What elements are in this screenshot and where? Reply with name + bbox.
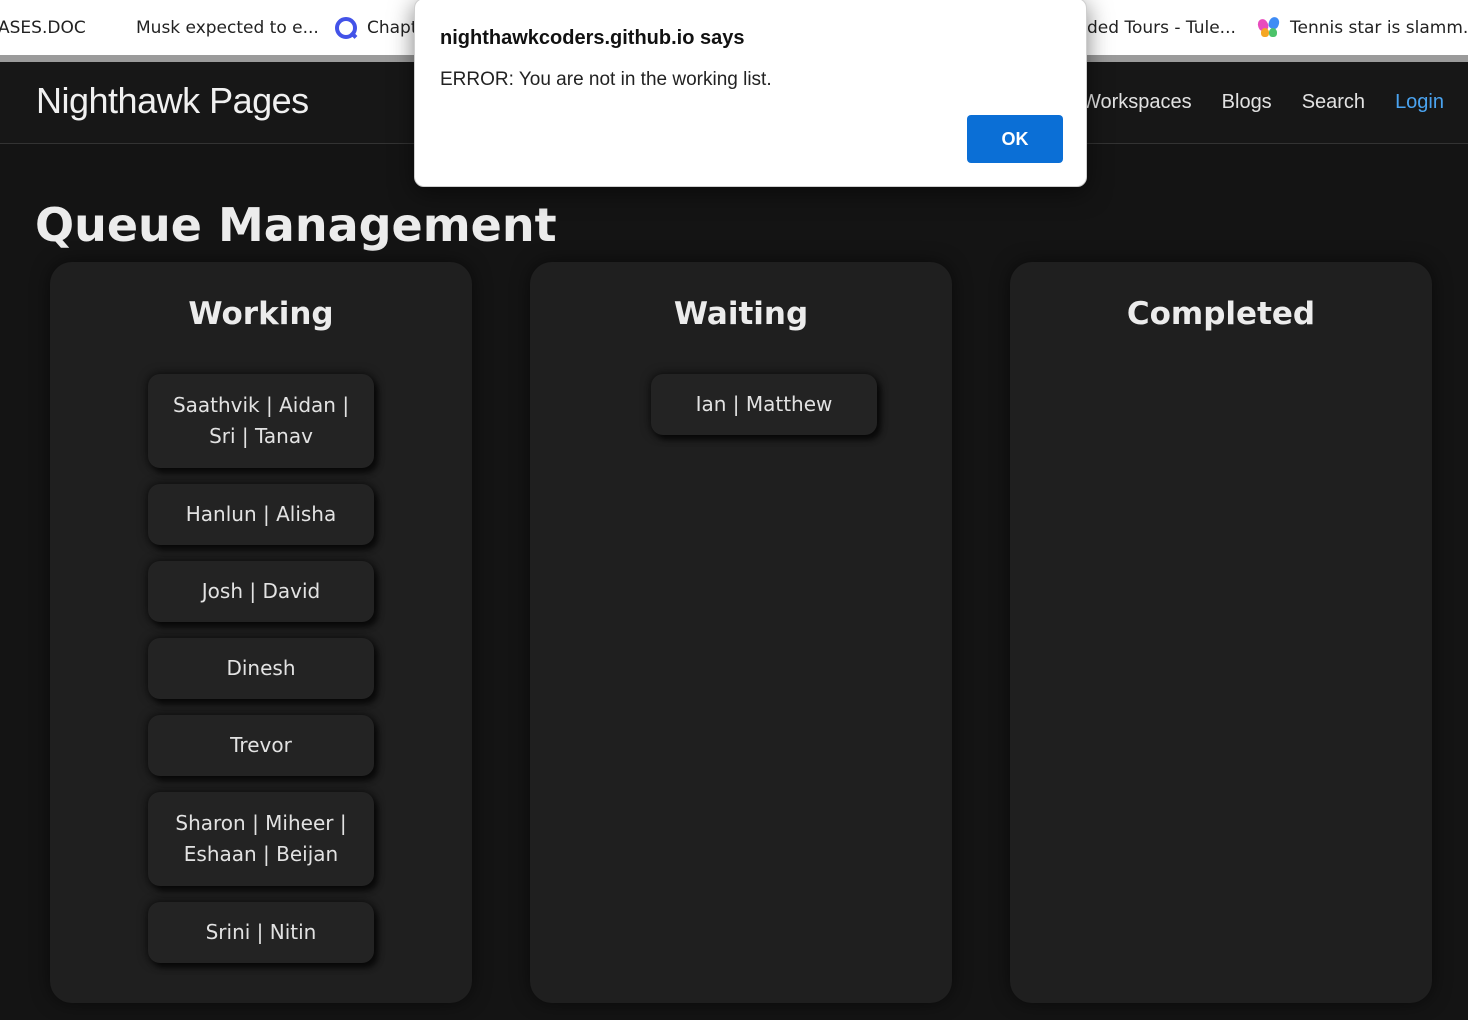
bookmark-label: ded Tours - Tule... [1087, 17, 1236, 38]
dialog-message: ERROR: You are not in the working list. [440, 69, 772, 90]
bookmark-item[interactable]: Tennis star is slamm... [1256, 0, 1468, 55]
bookmark-label: Chapt [367, 17, 418, 38]
column-waiting: Waiting Ian | Matthew [530, 262, 952, 1003]
column-completed: Completed [1010, 262, 1432, 1003]
page-title: Queue Management [35, 198, 557, 252]
queue-card[interactable]: Dinesh [148, 638, 374, 699]
nav-link-workspaces[interactable]: Workspaces [1082, 91, 1192, 114]
microsoft-icon [104, 17, 126, 39]
butterfly-icon [1256, 15, 1281, 39]
bookmark-item[interactable]: ded Tours - Tule... [1087, 0, 1236, 55]
nav-link-search[interactable]: Search [1302, 91, 1365, 114]
queue-card[interactable]: Sharon | Miheer | Eshaan | Beijan [148, 792, 374, 886]
column-title: Completed [1126, 296, 1316, 332]
bookmark-item[interactable]: ASES.DOC [0, 0, 86, 55]
card-list: Ian | Matthew [530, 374, 952, 451]
bookmark-label: ASES.DOC [0, 17, 86, 38]
bookmark-item[interactable]: Musk expected to e... [104, 0, 319, 55]
column-title: Waiting [673, 296, 809, 332]
queue-card[interactable]: Srini | Nitin [148, 902, 374, 963]
nav-links: Workspaces Blogs Search Login [1082, 62, 1444, 143]
nav-link-blogs[interactable]: Blogs [1222, 91, 1272, 114]
queue-card[interactable]: Saathvik | Aidan | Sri | Tanav [148, 374, 374, 468]
bookmark-label: Musk expected to e... [136, 17, 319, 38]
queue-card[interactable]: Trevor [148, 715, 374, 776]
queue-card[interactable]: Hanlun | Alisha [148, 484, 374, 545]
column-working: Working Saathvik | Aidan | Sri | Tanav H… [50, 262, 472, 1003]
card-list: Saathvik | Aidan | Sri | Tanav Hanlun | … [50, 374, 472, 979]
queue-card[interactable]: Josh | David [148, 561, 374, 622]
bookmark-label: Tennis star is slamm... [1290, 17, 1468, 38]
dialog-title: nighthawkcoders.github.io says [440, 27, 745, 49]
queue-card[interactable]: Ian | Matthew [651, 374, 877, 435]
q-icon [335, 16, 357, 39]
nav-link-login[interactable]: Login [1395, 91, 1444, 114]
bookmark-item[interactable]: Chapt [335, 0, 418, 55]
column-title: Working [188, 296, 334, 332]
ok-button[interactable]: OK [967, 115, 1063, 163]
alert-dialog: nighthawkcoders.github.io says ERROR: Yo… [414, 0, 1087, 187]
site-brand[interactable]: Nighthawk Pages [36, 80, 309, 122]
